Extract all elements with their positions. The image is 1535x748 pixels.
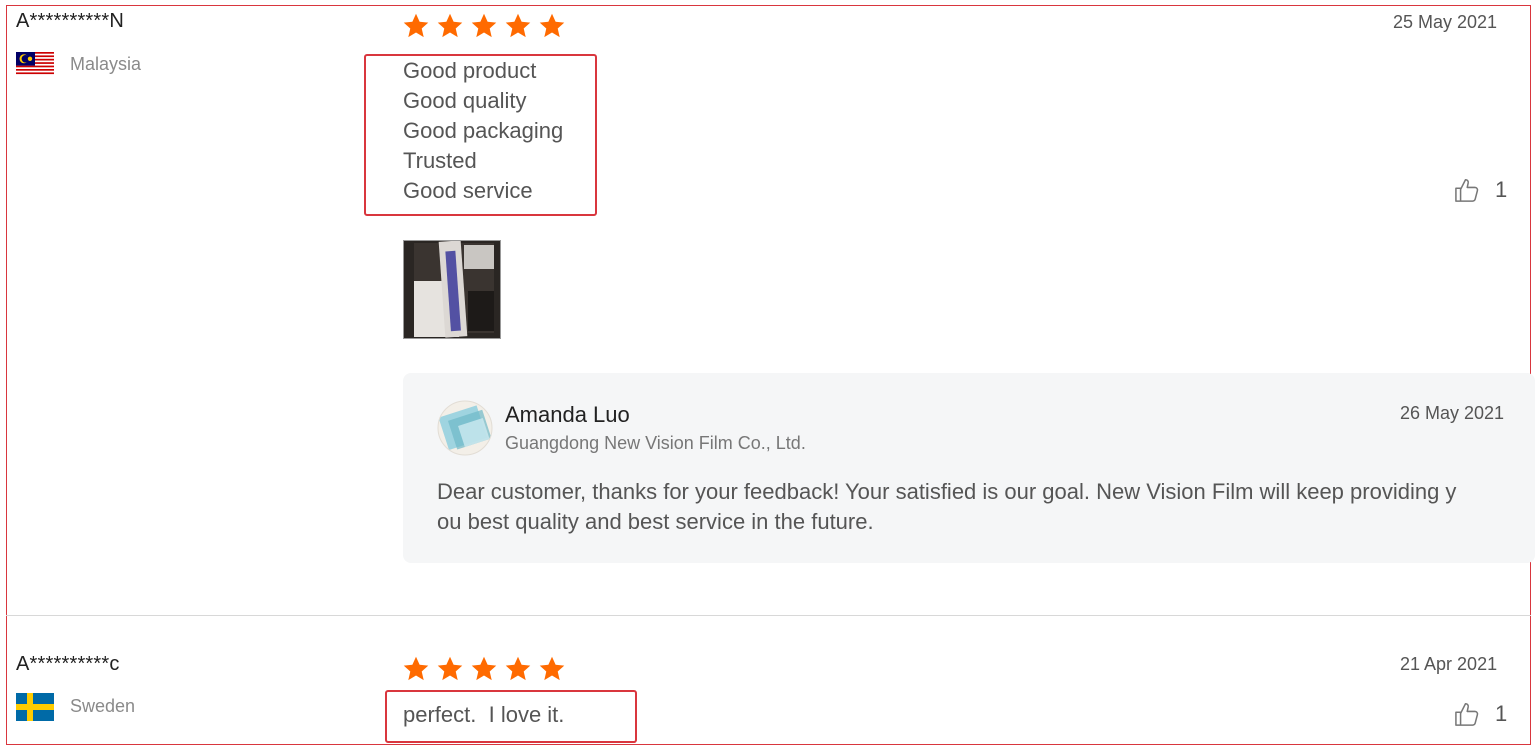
review-line: Good product [403,58,537,83]
review-line: Good packaging [403,118,564,143]
star-icon [539,656,565,681]
thumbs-up-icon [1455,178,1479,202]
review-divider [6,615,1531,616]
like-count: 1 [1495,701,1508,726]
review-line: Good quality [403,88,527,113]
like-button[interactable]: 1 [1453,700,1507,728]
star-icon [437,13,463,38]
star-rating [402,12,566,40]
star-icon [471,13,497,38]
seller-company: Guangdong New Vision Film Co., Ltd. [505,433,806,453]
review-line: Trusted [403,148,477,173]
like-button[interactable]: 1 [1453,176,1507,204]
reply-date: 26 May 2021 [1400,403,1505,423]
review-photo-image [404,241,500,338]
star-icon [437,656,463,681]
reply-line: ou best quality and best service in the … [437,509,874,534]
review-date: 21 Apr 2021 [1400,654,1498,674]
review-text: Good product Good quality Good packaging… [403,56,563,206]
reviewer-name: A**********c [16,653,120,675]
seller-name: Amanda Luo [505,402,630,427]
star-icon [403,13,429,38]
star-icon [505,13,531,38]
star-rating [402,655,566,683]
star-icon [505,656,531,681]
review-photo-thumbnail[interactable] [403,240,501,339]
malaysia-flag-icon [16,52,54,76]
like-count: 1 [1495,177,1508,202]
review-date: 25 May 2021 [1393,12,1498,32]
seller-reply: Amanda Luo Guangdong New Vision Film Co.… [403,373,1535,563]
reply-text: Dear customer, thanks for your feedback!… [437,477,1535,537]
review-text: perfect. I love it. [403,702,565,727]
star-icon [471,656,497,681]
reviewer-country: Malaysia [70,54,142,74]
star-icon [403,656,429,681]
reviewer-name: A**********N [16,10,125,32]
sweden-flag-icon [16,693,54,721]
review-line: Good service [403,178,533,203]
reply-line: Dear customer, thanks for your feedback!… [437,479,1457,504]
star-icon [539,13,565,38]
thumbs-up-icon [1455,702,1479,726]
seller-avatar [437,400,493,456]
reviewer-country: Sweden [70,696,136,716]
